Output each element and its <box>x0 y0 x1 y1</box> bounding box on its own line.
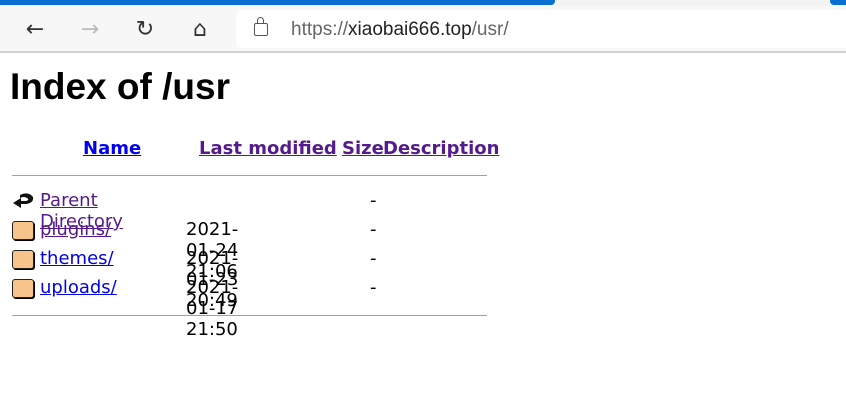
sort-by-size-link[interactable]: Size <box>342 138 384 159</box>
folder-icon <box>12 221 34 240</box>
back-button[interactable]: ← <box>20 14 50 44</box>
size-cell: - <box>370 190 377 211</box>
refresh-button[interactable]: ↻ <box>130 14 160 44</box>
folder-link-themes[interactable]: themes/ <box>40 248 114 269</box>
folder-link-plugins[interactable]: plugins/ <box>40 219 111 240</box>
page-title: Index of /usr <box>10 66 230 107</box>
tab[interactable] <box>830 0 846 5</box>
folder-icon <box>12 250 34 269</box>
folder-link-uploads[interactable]: uploads/ <box>40 277 117 298</box>
address-bar[interactable]: https://xiaobai666.top/usr/ <box>236 10 846 48</box>
home-button[interactable]: ⌂ <box>185 14 215 44</box>
url-path: /usr/ <box>471 19 509 40</box>
size-cell: - <box>370 277 377 298</box>
sort-by-last-modified-link[interactable]: Last modified <box>199 138 337 159</box>
active-tab[interactable] <box>0 0 555 5</box>
divider <box>12 315 487 316</box>
divider <box>12 175 487 176</box>
size-cell: - <box>370 248 377 269</box>
sort-by-name-link[interactable]: Name <box>83 138 141 159</box>
sort-by-description-link[interactable]: Description <box>383 138 499 159</box>
date-cell: 2021-01-17 21:50 <box>186 277 239 340</box>
arrow-left-icon: ← <box>25 16 45 42</box>
refresh-icon: ↻ <box>135 16 155 42</box>
browser-toolbar: ← → ↻ ⌂ https://xiaobai666.top/usr/ <box>0 6 846 53</box>
arrow-right-icon: → <box>80 16 100 42</box>
forward-button[interactable]: → <box>75 14 105 44</box>
url-scheme: https:// <box>291 19 349 40</box>
back-icon <box>13 193 34 208</box>
lock-icon <box>254 17 268 36</box>
size-cell: - <box>370 219 377 240</box>
url-host: xiaobai666.top <box>348 19 472 40</box>
url-text[interactable]: https://xiaobai666.top/usr/ <box>291 19 509 41</box>
home-icon: ⌂ <box>193 16 207 42</box>
folder-icon <box>12 279 34 298</box>
